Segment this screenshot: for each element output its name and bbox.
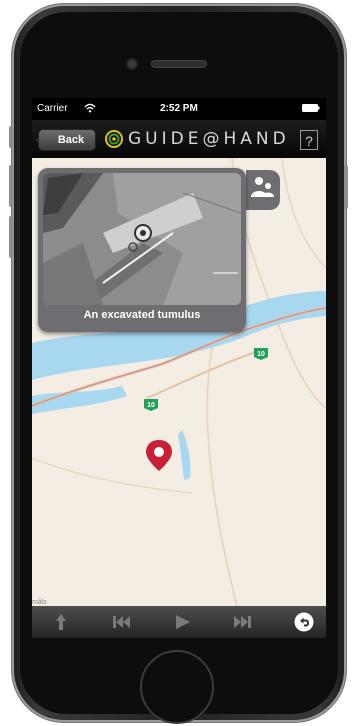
carrier-label: Carrier	[37, 103, 68, 114]
up-arrow-icon[interactable]	[54, 612, 68, 632]
mute-switch	[9, 126, 13, 148]
info-card[interactable]: An excavated tumulus	[38, 168, 246, 332]
return-icon[interactable]	[294, 612, 314, 632]
wifi-icon	[84, 103, 96, 113]
road-badge-label: 10	[147, 402, 155, 409]
play-icon[interactable]	[174, 612, 192, 632]
power-button	[344, 165, 348, 209]
volume-down-button	[9, 216, 13, 258]
front-camera	[128, 60, 136, 68]
guide-logo-icon	[105, 130, 123, 148]
map-attribution: måls	[32, 599, 47, 606]
status-bar: Carrier 2:52 PM	[32, 98, 326, 120]
status-time: 2:52 PM	[160, 103, 198, 114]
people-icon[interactable]	[250, 176, 274, 198]
aerial-photo	[43, 173, 241, 305]
road-badge-label: 10	[257, 351, 265, 358]
bottom-toolbar	[32, 606, 326, 638]
skip-forward-icon[interactable]	[232, 612, 252, 632]
volume-up-button	[9, 165, 13, 207]
skip-back-icon[interactable]	[112, 612, 132, 632]
app-logo-text: GUIDE@HAND	[128, 129, 290, 149]
help-button[interactable]: ?	[300, 130, 318, 150]
earpiece-speaker	[152, 61, 206, 67]
card-caption: An excavated tumulus	[83, 309, 201, 321]
aerial-photo-image	[43, 173, 241, 305]
battery-icon	[302, 104, 320, 112]
back-button[interactable]: Back	[38, 129, 96, 151]
app-screen: Carrier 2:52 PM Back GUIDE@HAND ? 10 10 …	[32, 98, 326, 638]
home-button[interactable]	[140, 650, 214, 724]
navigation-bar: Back GUIDE@HAND ?	[32, 120, 326, 158]
